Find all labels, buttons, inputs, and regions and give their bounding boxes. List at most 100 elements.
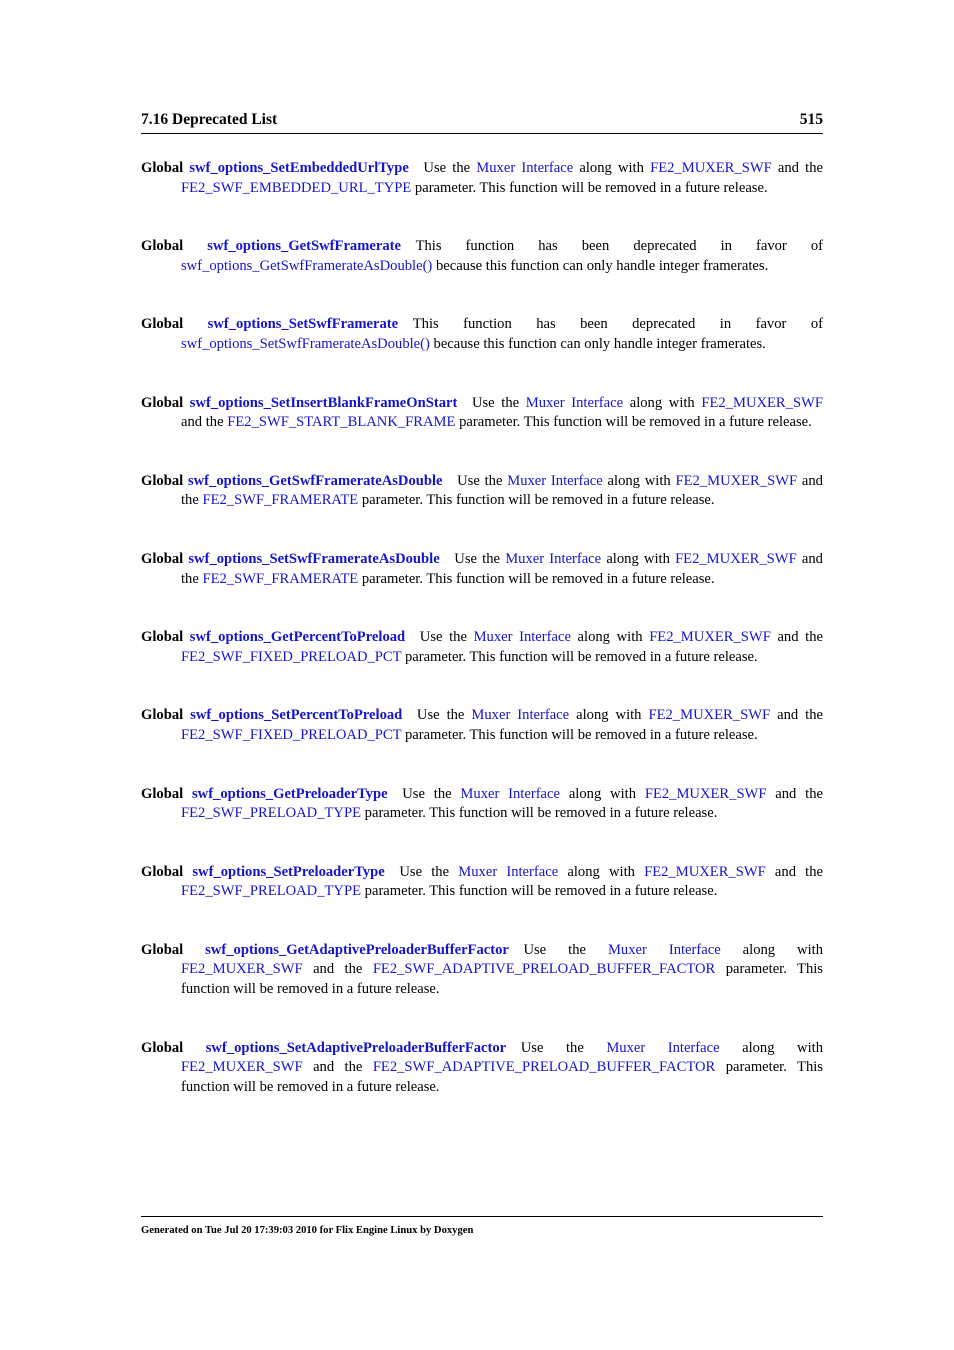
entry-body-text: and the	[765, 863, 824, 880]
entry-reference-link[interactable]: swf_options_GetSwfFramerateAsDouble()	[181, 258, 432, 274]
entry-body-text: Use the	[457, 472, 508, 489]
entry-reference-link[interactable]: FE2_SWF_ADAPTIVE_PRELOAD_BUFFER_FACTOR	[373, 961, 715, 977]
entry-reference-link[interactable]: Muxer Interface	[458, 864, 558, 880]
deprecated-entry: Global swf_options_SetPercentToPreload U…	[141, 706, 823, 745]
entry-reference-link[interactable]: Muxer Interface	[507, 473, 603, 489]
entry-function-link[interactable]: swf_options_SetPreloaderType	[192, 864, 384, 880]
entry-body-text: along with	[570, 629, 650, 646]
entry-body-text: parameter. This function will be removed…	[401, 648, 758, 665]
entry-function-link[interactable]: swf_options_SetInsertBlankFrameOnStart	[190, 395, 458, 411]
entry-body-text: and the	[302, 1059, 373, 1076]
entry-body-text: parameter. This function will be removed…	[411, 179, 768, 196]
entry-reference-link[interactable]: Muxer Interface	[460, 786, 560, 802]
entry-reference-link[interactable]: Muxer Interface	[471, 707, 569, 723]
entry-reference-link[interactable]: Muxer Interface	[608, 942, 721, 958]
entry-function-link[interactable]: swf_options_SetSwfFramerate	[208, 316, 399, 332]
deprecated-entry: Global swf_options_GetPreloaderType Use …	[141, 785, 823, 824]
entry-function-link[interactable]: swf_options_GetSwfFramerateAsDouble	[188, 473, 443, 489]
entry-reference-link[interactable]: FE2_SWF_FIXED_PRELOAD_PCT	[181, 727, 401, 743]
entry-reference-link[interactable]: FE2_MUXER_SWF	[649, 629, 771, 645]
entry-function-link[interactable]: swf_options_GetPreloaderType	[192, 786, 388, 802]
entry-body-text: along with	[601, 550, 676, 567]
entry-kind-label: Global	[141, 238, 184, 255]
document-page: 7.16 Deprecated List 515 Global swf_opti…	[0, 0, 954, 1350]
entry-reference-link[interactable]: FE2_MUXER_SWF	[650, 160, 772, 176]
entry-reference-link[interactable]: FE2_SWF_ADAPTIVE_PRELOAD_BUFFER_FACTOR	[373, 1059, 715, 1075]
entry-body-text: along with	[623, 394, 702, 411]
page-footer: Generated on Tue Jul 20 17:39:03 2010 fo…	[141, 1216, 823, 1237]
deprecated-entry: Global swf_options_SetPreloaderType Use …	[141, 863, 823, 902]
entry-body-text: Use the	[419, 629, 474, 646]
entry-reference-link[interactable]: FE2_MUXER_SWF	[181, 961, 303, 977]
entry-body-text: This function has been deprecated in fav…	[415, 238, 823, 255]
entry-body-text: and the	[181, 414, 228, 431]
entry-reference-link[interactable]: FE2_MUXER_SWF	[675, 551, 797, 567]
entry-function-link[interactable]: swf_options_SetSwfFramerateAsDouble	[188, 551, 439, 567]
entry-body-text: Use the	[523, 941, 608, 958]
entry-kind-label: Global	[141, 785, 184, 802]
entry-body-text: parameter. This function will be removed…	[358, 492, 715, 509]
deprecated-entry: Global swf_options_SetSwfFramerateAsDoub…	[141, 550, 823, 589]
entry-reference-link[interactable]: swf_options_SetSwfFramerateAsDouble()	[181, 336, 430, 352]
entry-body-text: parameter. This function will be removed…	[401, 726, 758, 743]
entry-kind-label: Global	[141, 160, 184, 176]
page-content: 7.16 Deprecated List 515 Global swf_opti…	[141, 0, 823, 1097]
entry-function-link[interactable]: swf_options_GetAdaptivePreloaderBufferFa…	[205, 942, 509, 958]
entry-kind-label: Global	[141, 629, 184, 646]
entry-kind-label: Global	[141, 941, 184, 958]
entry-reference-link[interactable]: FE2_MUXER_SWF	[644, 864, 766, 880]
entry-reference-link[interactable]: FE2_SWF_START_BLANK_FRAME	[227, 414, 455, 430]
footer-generated-text: Generated on Tue Jul 20 17:39:03 2010 fo…	[141, 1225, 474, 1236]
deprecated-entry: Global swf_options_SetInsertBlankFrameOn…	[141, 394, 823, 433]
entry-body-text: and the	[771, 160, 823, 176]
entry-body-text: along with	[602, 472, 676, 489]
deprecated-entry: Global swf_options_GetSwfFramerateAsDoub…	[141, 472, 823, 511]
entry-body-text: along with	[560, 785, 645, 802]
entry-reference-link[interactable]: FE2_SWF_FRAMERATE	[202, 571, 358, 587]
entry-body-text: parameter. This function will be removed…	[361, 883, 718, 900]
header-divider	[141, 133, 823, 134]
entry-function-link[interactable]: swf_options_SetEmbeddedUrlType	[189, 160, 408, 176]
entry-reference-link[interactable]: Muxer Interface	[505, 551, 601, 567]
entry-body-text: and the	[766, 785, 824, 802]
page-title: 7.16 Deprecated List	[141, 111, 278, 128]
entry-body-text: along with	[573, 160, 651, 176]
entry-reference-link[interactable]: Muxer Interface	[476, 160, 573, 176]
entry-body-text: parameter. This function will be removed…	[361, 805, 718, 822]
running-head: 7.16 Deprecated List 515	[141, 0, 823, 129]
deprecated-entry: Global swf_options_GetAdaptivePreloaderB…	[141, 941, 823, 1000]
entry-body-text: Use the	[399, 863, 459, 880]
entry-reference-link[interactable]: FE2_SWF_PRELOAD_TYPE	[181, 805, 361, 821]
entry-body-text: Use the	[423, 160, 477, 176]
entry-reference-link[interactable]: Muxer Interface	[606, 1040, 719, 1056]
entry-reference-link[interactable]: FE2_SWF_FRAMERATE	[202, 492, 358, 508]
entry-function-link[interactable]: swf_options_SetAdaptivePreloaderBufferFa…	[206, 1040, 506, 1056]
entry-function-link[interactable]: swf_options_GetSwfFramerate	[207, 238, 401, 254]
entry-reference-link[interactable]: FE2_MUXER_SWF	[645, 786, 767, 802]
entry-reference-link[interactable]: FE2_MUXER_SWF	[701, 395, 823, 411]
entry-kind-label: Global	[141, 550, 184, 567]
entry-reference-link[interactable]: Muxer Interface	[526, 395, 623, 411]
entry-function-link[interactable]: swf_options_GetPercentToPreload	[190, 629, 405, 645]
entry-body-text: because this function can only handle in…	[429, 335, 766, 352]
entry-kind-label: Global	[141, 472, 184, 489]
entry-kind-label: Global	[141, 707, 184, 724]
entry-reference-link[interactable]: FE2_SWF_EMBEDDED_URL_TYPE	[181, 180, 411, 196]
entry-body-text: and the	[302, 961, 373, 978]
entry-kind-label: Global	[141, 316, 184, 333]
entry-body-text: parameter. This function will be removed…	[455, 414, 812, 431]
entry-reference-link[interactable]: Muxer Interface	[474, 629, 571, 645]
entry-function-link[interactable]: swf_options_SetPercentToPreload	[190, 707, 402, 723]
entry-body-text: and the	[770, 707, 823, 724]
entry-reference-link[interactable]: FE2_MUXER_SWF	[675, 473, 797, 489]
entry-body-text: Use the	[402, 785, 461, 802]
entry-reference-link[interactable]: FE2_SWF_PRELOAD_TYPE	[181, 883, 361, 899]
entry-reference-link[interactable]: FE2_MUXER_SWF	[648, 707, 770, 723]
entry-body-text: along with	[719, 1039, 823, 1056]
entry-body-text: along with	[558, 863, 645, 880]
entry-kind-label: Global	[141, 1039, 184, 1056]
deprecated-entry: Global swf_options_GetSwfFramerate This …	[141, 237, 823, 276]
entry-reference-link[interactable]: FE2_MUXER_SWF	[181, 1059, 303, 1075]
entry-reference-link[interactable]: FE2_SWF_FIXED_PRELOAD_PCT	[181, 649, 401, 665]
entry-body-text: Use the	[454, 550, 506, 567]
